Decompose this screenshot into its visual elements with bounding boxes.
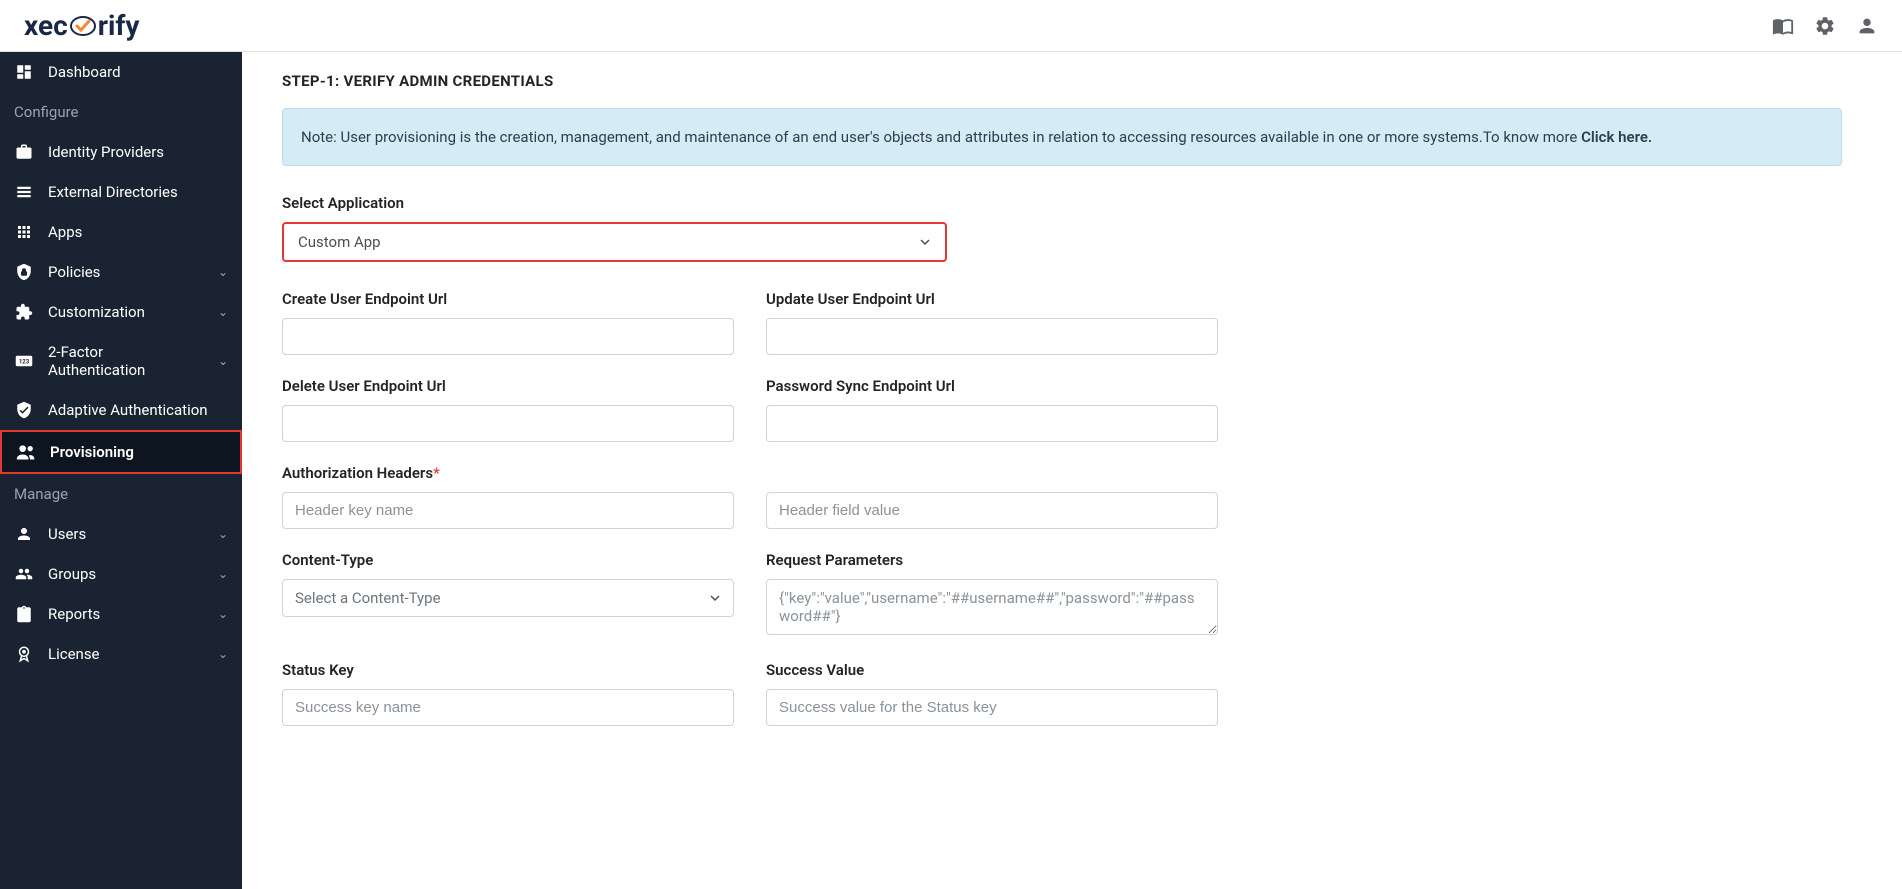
sidebar-label: Customization: [48, 303, 204, 321]
chevron-down-icon: ⌄: [218, 647, 228, 661]
success-value-label: Success Value: [766, 661, 1218, 679]
chevron-down-icon: [709, 592, 721, 604]
sidebar-label: 2-Factor Authentication: [48, 343, 204, 379]
sidebar-label: Dashboard: [48, 63, 228, 81]
status-key-label: Status Key: [282, 661, 734, 679]
list-icon: [14, 183, 34, 201]
sidebar: Dashboard Configure Identity Providers E…: [0, 52, 242, 889]
sidebar-label: Policies: [48, 263, 204, 281]
user-icon[interactable]: [1856, 15, 1878, 37]
success-value-input[interactable]: [766, 689, 1218, 726]
sidebar-label: Adaptive Authentication: [48, 401, 228, 419]
sidebar-reports[interactable]: Reports ⌄: [0, 594, 242, 634]
pin-icon: 123: [14, 354, 34, 368]
person-icon: [14, 525, 34, 543]
shield-icon: [14, 263, 34, 281]
sidebar-label: Identity Providers: [48, 143, 228, 161]
badge-icon: [14, 645, 34, 663]
select-application-dropdown[interactable]: Custom App: [282, 222, 947, 262]
chevron-down-icon: ⌄: [218, 305, 228, 319]
sidebar-configure-header: Configure: [0, 92, 242, 132]
brand-post: rify: [98, 9, 140, 42]
update-user-input[interactable]: [766, 318, 1218, 355]
update-user-label: Update User Endpoint Url: [766, 290, 1218, 308]
shield-check-icon: [14, 401, 34, 419]
auth-headers-label: Authorization Headers*: [282, 464, 1842, 482]
sidebar-groups[interactable]: Groups ⌄: [0, 554, 242, 594]
sidebar-manage-header: Manage: [0, 474, 242, 514]
sidebar-label: License: [48, 645, 204, 663]
step-title: STEP-1: VERIFY ADMIN CREDENTIALS: [282, 72, 1842, 90]
header-value-input[interactable]: [766, 492, 1218, 529]
topbar-icons: [1772, 15, 1878, 37]
sidebar-label: Reports: [48, 605, 204, 623]
password-sync-label: Password Sync Endpoint Url: [766, 377, 1218, 395]
required-star: *: [433, 464, 440, 482]
sidebar-identity-providers[interactable]: Identity Providers: [0, 132, 242, 172]
apps-icon: [14, 223, 34, 241]
brand-logo: xec rify: [24, 9, 139, 42]
docs-icon[interactable]: [1772, 15, 1794, 37]
sidebar-license[interactable]: License ⌄: [0, 634, 242, 674]
gear-icon[interactable]: [1814, 15, 1836, 37]
chevron-down-icon: ⌄: [218, 607, 228, 621]
puzzle-icon: [14, 303, 34, 321]
dashboard-icon: [14, 63, 34, 81]
clipboard-icon: [14, 605, 34, 623]
select-app-value: Custom App: [298, 233, 381, 251]
header-key-input[interactable]: [282, 492, 734, 529]
request-params-label: Request Parameters: [766, 551, 1218, 569]
brand-check-icon: [70, 13, 96, 39]
delete-user-label: Delete User Endpoint Url: [282, 377, 734, 395]
create-user-input[interactable]: [282, 318, 734, 355]
status-key-input[interactable]: [282, 689, 734, 726]
sidebar-provisioning[interactable]: Provisioning: [0, 430, 242, 474]
info-note: Note: User provisioning is the creation,…: [282, 108, 1842, 166]
sidebar-label: Apps: [48, 223, 228, 241]
sidebar-adaptive-auth[interactable]: Adaptive Authentication: [0, 390, 242, 430]
chevron-down-icon: ⌄: [218, 354, 228, 368]
content-type-dropdown[interactable]: Select a Content-Type: [282, 579, 734, 617]
sidebar-policies[interactable]: Policies ⌄: [0, 252, 242, 292]
sidebar-label: External Directories: [48, 183, 228, 201]
create-user-label: Create User Endpoint Url: [282, 290, 734, 308]
auth-headers-text: Authorization Headers: [282, 464, 433, 482]
sidebar-users[interactable]: Users ⌄: [0, 514, 242, 554]
brand-pre: xec: [24, 9, 68, 42]
request-params-input[interactable]: [766, 579, 1218, 635]
group-icon: [14, 565, 34, 583]
sidebar-label: Provisioning: [50, 443, 226, 461]
main-content: STEP-1: VERIFY ADMIN CREDENTIALS Note: U…: [242, 52, 1902, 889]
password-sync-input[interactable]: [766, 405, 1218, 442]
sidebar-customization[interactable]: Customization ⌄: [0, 292, 242, 332]
chevron-down-icon: [919, 236, 931, 248]
select-app-label: Select Application: [282, 194, 1842, 212]
chevron-down-icon: ⌄: [218, 265, 228, 279]
content-type-value: Select a Content-Type: [295, 589, 441, 607]
sidebar-dashboard[interactable]: Dashboard: [0, 52, 242, 92]
provisioning-icon: [16, 443, 36, 461]
sidebar-apps[interactable]: Apps: [0, 212, 242, 252]
svg-text:123: 123: [19, 358, 30, 365]
chevron-down-icon: ⌄: [218, 527, 228, 541]
content-type-label: Content-Type: [282, 551, 734, 569]
note-link[interactable]: Click here.: [1581, 128, 1652, 146]
briefcase-icon: [14, 143, 34, 161]
chevron-down-icon: ⌄: [218, 567, 228, 581]
sidebar-external-directories[interactable]: External Directories: [0, 172, 242, 212]
topbar: xec rify: [0, 0, 1902, 52]
sidebar-two-factor[interactable]: 123 2-Factor Authentication ⌄: [0, 332, 242, 390]
note-text: Note: User provisioning is the creation,…: [301, 128, 1581, 146]
sidebar-label: Users: [48, 525, 204, 543]
delete-user-input[interactable]: [282, 405, 734, 442]
sidebar-label: Groups: [48, 565, 204, 583]
